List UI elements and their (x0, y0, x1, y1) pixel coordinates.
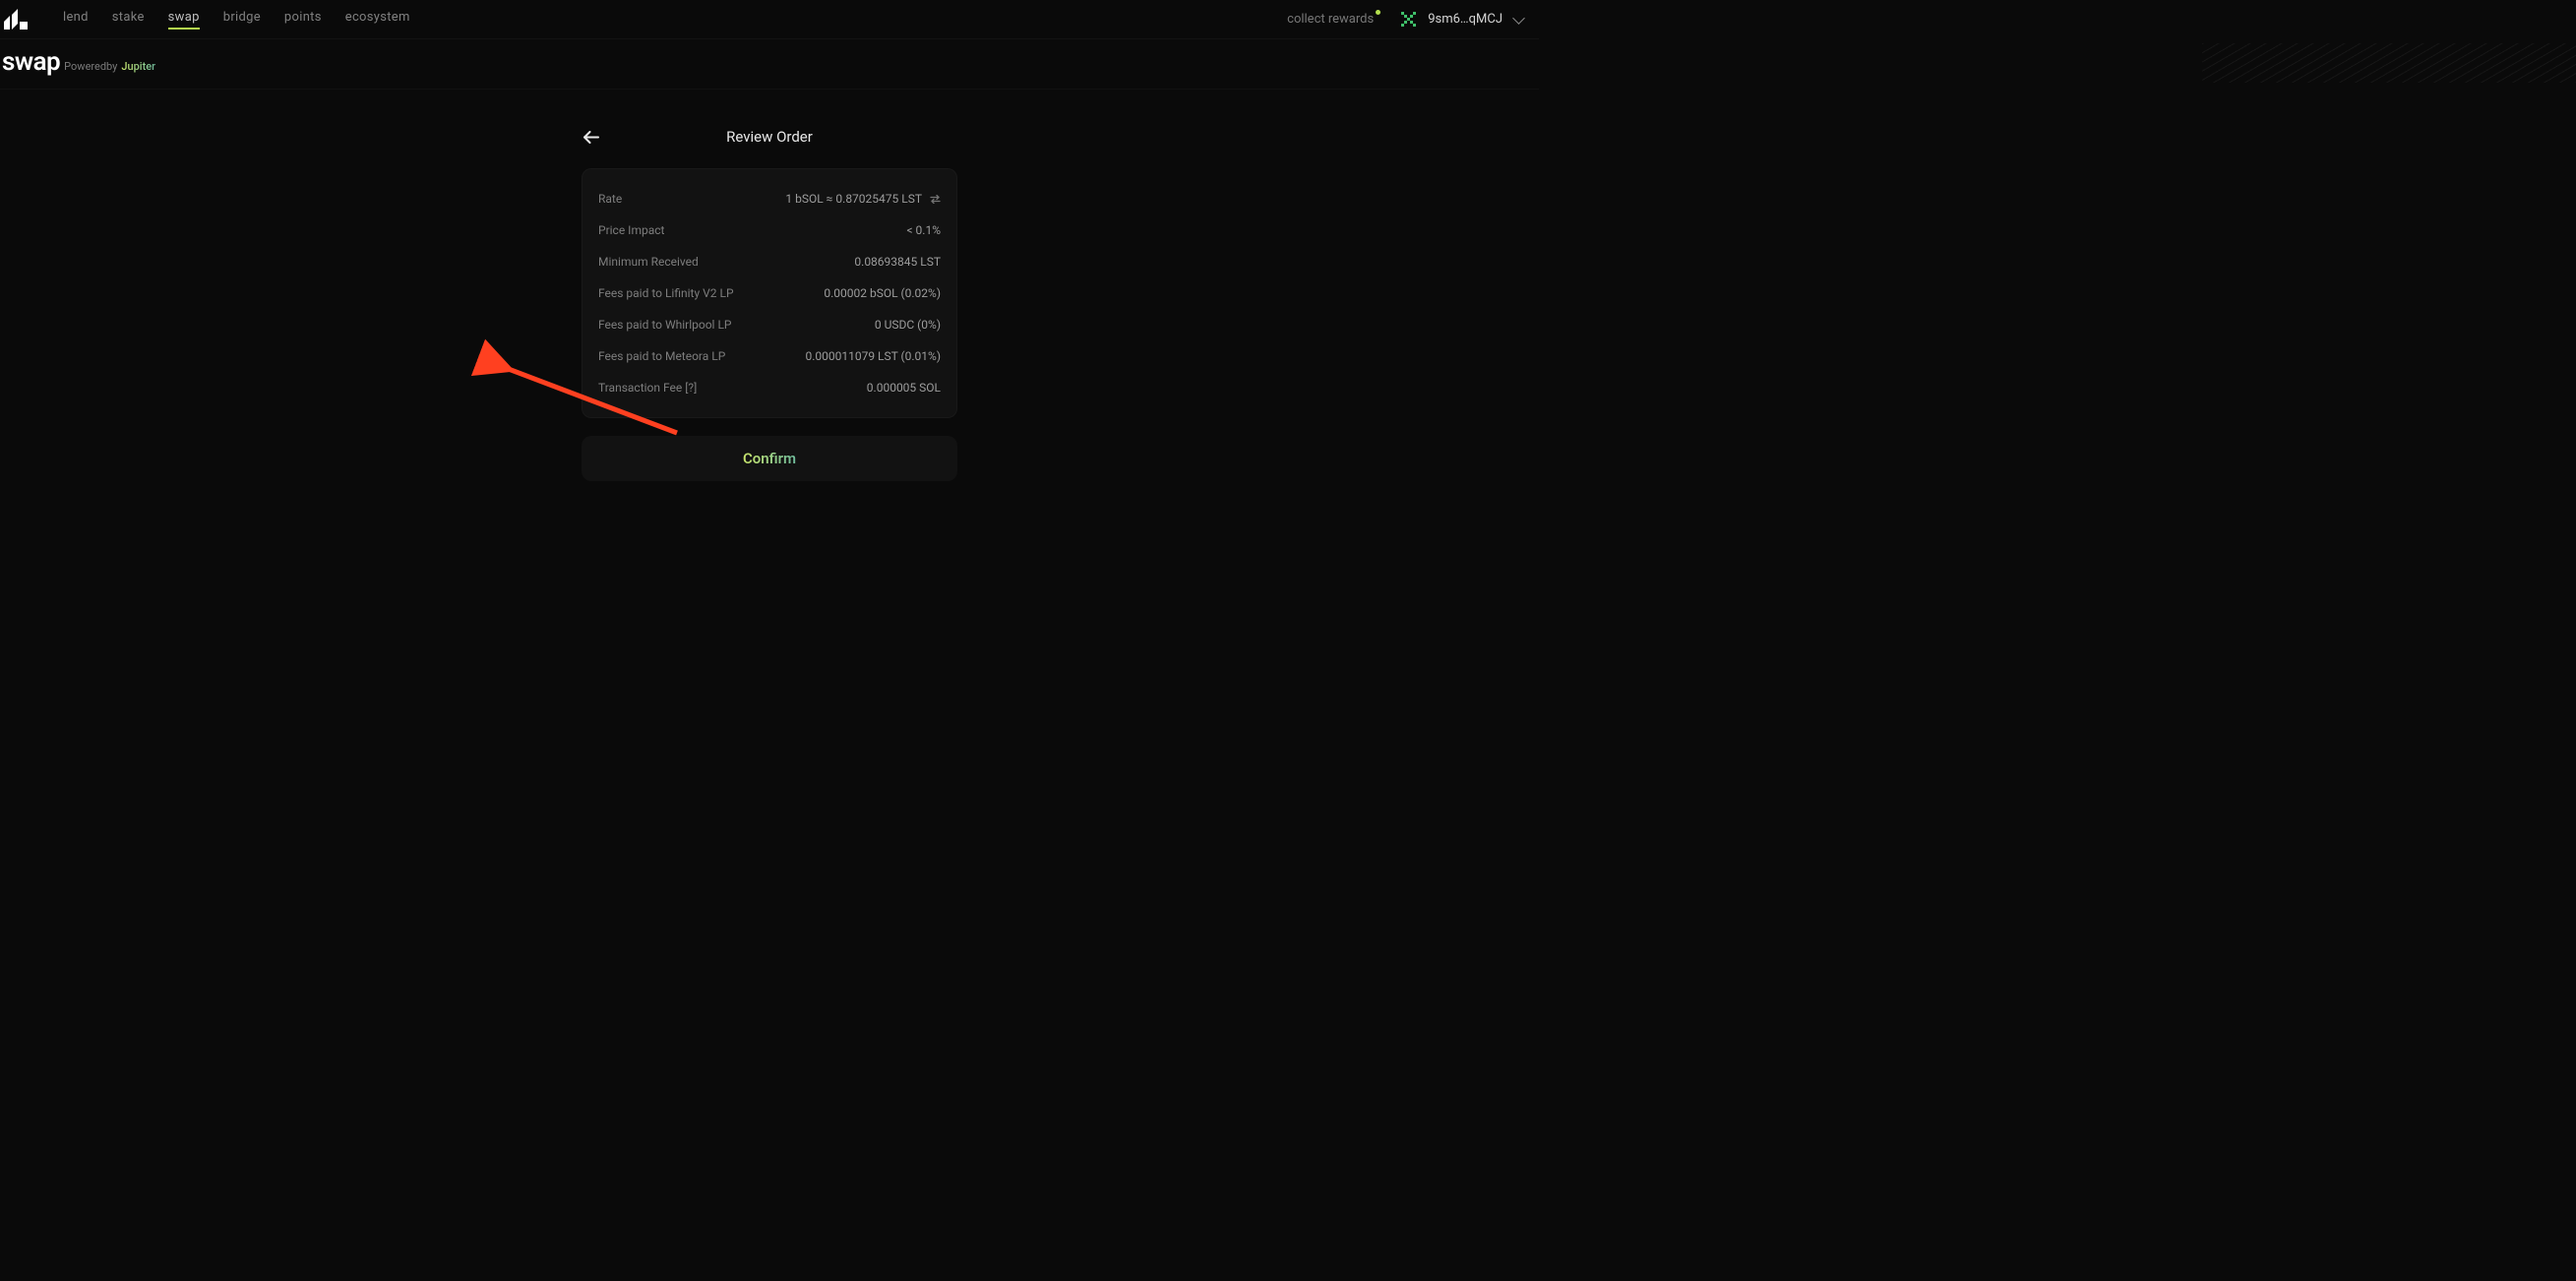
nav-bridge[interactable]: bridge (223, 10, 261, 30)
app-logo[interactable] (4, 9, 28, 30)
nav-lend[interactable]: lend (63, 10, 89, 30)
panel-title: Review Order (582, 128, 957, 146)
value-fee-meteora: 0.000011079 LST (0.01%) (805, 349, 941, 363)
row-fee-meteora: Fees paid to Meteora LP 0.000011079 LST … (598, 340, 941, 372)
confirm-button-label: Confirm (743, 450, 796, 467)
nav-stake[interactable]: stake (112, 10, 145, 30)
label-fee-lifinity: Fees paid to Lifinity V2 LP (598, 286, 734, 300)
row-fee-whirlpool: Fees paid to Whirlpool LP 0 USDC (0%) (598, 309, 941, 340)
row-rate: Rate 1 bSOL ≈ 0.87025475 LST (598, 183, 941, 214)
nav-links: lend stake swap bridge points ecosystem (63, 10, 410, 30)
jupiter-link[interactable]: Jupiter (121, 60, 155, 73)
label-fee-meteora: Fees paid to Meteora LP (598, 349, 725, 363)
label-min-received: Minimum Received (598, 255, 699, 269)
value-fee-lifinity: 0.00002 bSOL (0.02%) (824, 286, 941, 300)
nav-swap[interactable]: swap (168, 10, 200, 30)
label-rate: Rate (598, 192, 622, 206)
page-title: swap (2, 47, 60, 77)
label-price-impact: Price Impact (598, 223, 664, 237)
collect-rewards-button[interactable]: collect rewards (1287, 12, 1374, 27)
value-min-received: 0.08693845 LST (854, 255, 941, 269)
value-fee-whirlpool: 0 USDC (0%) (875, 318, 941, 332)
value-price-impact: < 0.1% (906, 223, 941, 237)
label-tx-fee: Transaction Fee [?] (598, 381, 697, 395)
decorative-stripes (2202, 43, 2576, 83)
wallet-button[interactable]: 9sm6…qMCJ (1401, 12, 1523, 27)
nav-points[interactable]: points (284, 10, 322, 30)
wallet-avatar-icon (1401, 12, 1416, 27)
row-fee-lifinity: Fees paid to Lifinity V2 LP 0.00002 bSOL… (598, 277, 941, 309)
label-fee-whirlpool: Fees paid to Whirlpool LP (598, 318, 731, 332)
powered-by-label: Poweredby (64, 60, 117, 73)
value-tx-fee: 0.000005 SOL (867, 381, 941, 395)
nav-ecosystem[interactable]: ecosystem (345, 10, 410, 30)
page-subheader: swap Poweredby Jupiter (0, 39, 1539, 90)
back-button[interactable] (583, 131, 599, 144)
confirm-button[interactable]: Confirm (582, 436, 957, 481)
swap-direction-icon[interactable] (930, 195, 941, 204)
row-price-impact: Price Impact < 0.1% (598, 214, 941, 246)
chevron-down-icon (1512, 12, 1525, 25)
wallet-address: 9sm6…qMCJ (1428, 12, 1503, 27)
top-nav: lend stake swap bridge points ecosystem … (0, 0, 1539, 39)
order-summary-card: Rate 1 bSOL ≈ 0.87025475 LST Price Impac… (582, 168, 957, 418)
row-min-received: Minimum Received 0.08693845 LST (598, 246, 941, 277)
value-rate: 1 bSOL ≈ 0.87025475 LST (785, 192, 922, 206)
row-tx-fee: Transaction Fee [?] 0.000005 SOL (598, 372, 941, 403)
